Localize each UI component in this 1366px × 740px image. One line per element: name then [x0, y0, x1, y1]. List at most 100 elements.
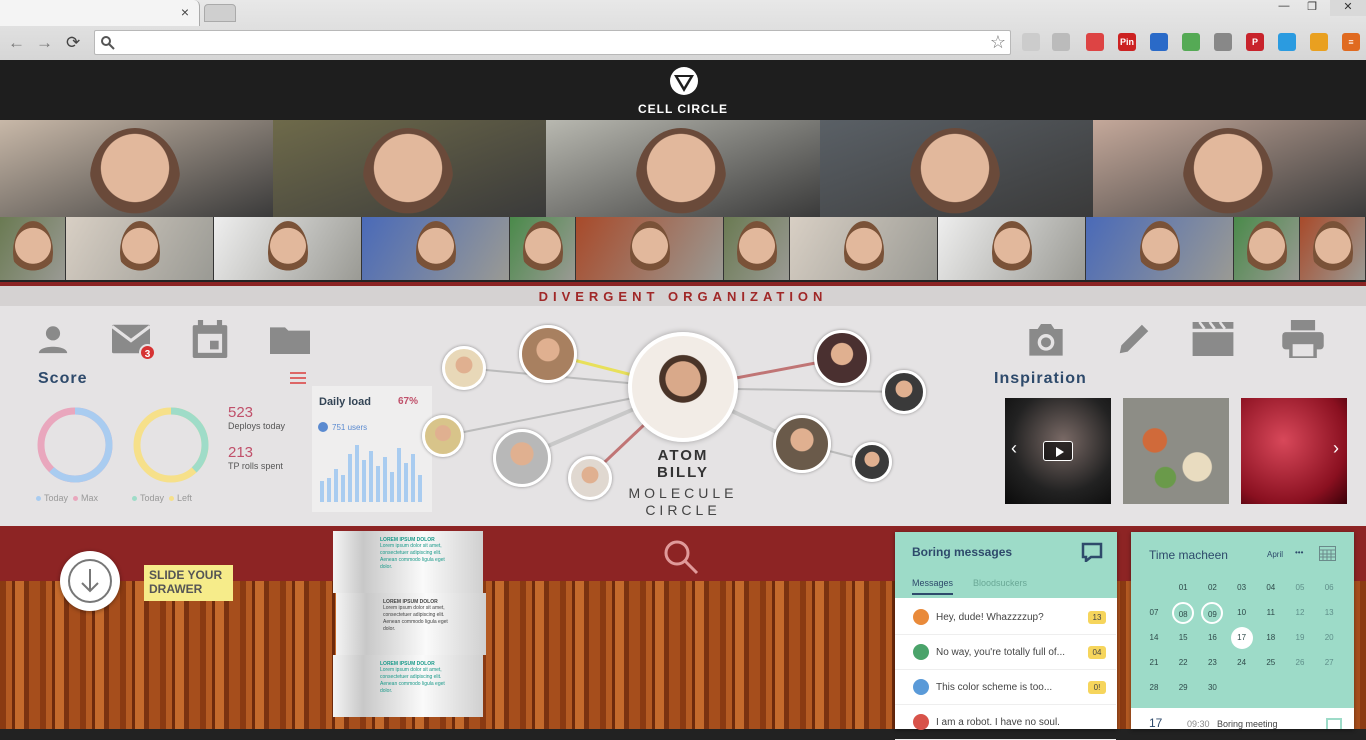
calendar-day[interactable]: 07 [1143, 602, 1165, 624]
calendar-grid-icon[interactable] [1319, 546, 1336, 561]
address-bar[interactable]: ☆ [94, 30, 1011, 55]
minimize-button[interactable]: — [1270, 0, 1298, 16]
calendar-day[interactable]: 24 [1231, 652, 1253, 674]
video-thumbnail[interactable] [790, 217, 938, 280]
video-thumbnail[interactable] [0, 217, 66, 280]
member-avatar[interactable] [773, 415, 831, 473]
member-avatar[interactable] [814, 330, 870, 386]
mail-checker-icon[interactable] [1214, 33, 1232, 51]
calendar-day[interactable]: 01 [1172, 577, 1194, 599]
member-avatar[interactable] [493, 429, 551, 487]
calendar-day[interactable]: 03 [1231, 577, 1253, 599]
calendar-day[interactable]: 09 [1201, 602, 1224, 624]
calendar-day[interactable]: 06 [1318, 577, 1340, 599]
gmail-icon[interactable] [1086, 33, 1104, 51]
drawer-toggle-button[interactable] [60, 551, 120, 611]
video-tile[interactable] [1092, 120, 1366, 217]
next-arrow-icon[interactable]: › [1333, 438, 1339, 459]
calendar-day[interactable]: 17 [1230, 627, 1253, 649]
calendar-icon[interactable] [192, 320, 228, 358]
atom-billy-avatar[interactable] [628, 332, 738, 442]
calendar-day[interactable]: 12 [1289, 602, 1311, 624]
calendar-day[interactable]: 26 [1289, 652, 1311, 674]
restore-button[interactable]: ❐ [1298, 0, 1326, 16]
inspiration-video-thumb[interactable]: ‹ [1005, 398, 1111, 504]
calendar-day[interactable]: 10 [1231, 602, 1253, 624]
forward-button[interactable]: → [36, 34, 53, 52]
chrome-ext-icon[interactable] [1310, 33, 1328, 51]
video-tile[interactable] [819, 120, 1094, 217]
video-thumbnail[interactable] [576, 217, 724, 280]
video-thumbnail[interactable] [510, 217, 576, 280]
message-row[interactable]: This color scheme is too... 0! [895, 671, 1116, 705]
folded-note[interactable]: LOREM IPSUM DOLOR Lorem ipsum dolor sit a… [333, 531, 483, 593]
folded-note[interactable]: LOREM IPSUM DOLOR Lorem ipsum dolor sit a… [336, 593, 486, 655]
calendar-day[interactable]: 27 [1318, 652, 1340, 674]
download-icon[interactable] [1150, 33, 1168, 51]
calendar-day[interactable]: 08 [1172, 602, 1195, 624]
member-avatar[interactable] [519, 325, 577, 383]
evernote-icon[interactable] [1182, 33, 1200, 51]
event-row[interactable]: 17 09:30 Boring meeting [1131, 708, 1354, 730]
tab-bloodsuckers[interactable]: Bloodsuckers [973, 578, 1027, 588]
calendar-day[interactable]: 18 [1260, 627, 1282, 649]
calendar-day[interactable]: 30 [1201, 677, 1223, 699]
extension-icon[interactable] [1022, 33, 1040, 51]
close-window-button[interactable]: ✕ [1330, 0, 1366, 16]
camera-icon[interactable] [1026, 322, 1066, 356]
calendar-day[interactable]: 02 [1201, 577, 1223, 599]
tab-messages[interactable]: Messages [912, 578, 954, 595]
calendar-more-icon[interactable]: ••• [1295, 548, 1303, 557]
member-avatar[interactable] [852, 442, 892, 482]
calendar-day[interactable]: 23 [1201, 652, 1223, 674]
x-extension-icon[interactable] [1278, 33, 1296, 51]
video-thumbnail[interactable] [66, 217, 214, 280]
calendar-day[interactable]: 22 [1172, 652, 1194, 674]
new-tab-button[interactable] [204, 4, 236, 22]
search-icon[interactable] [662, 538, 700, 576]
video-thumbnail[interactable] [362, 217, 510, 280]
member-avatar[interactable] [442, 346, 486, 390]
video-thumbnail[interactable] [938, 217, 1086, 280]
calendar-day[interactable]: 29 [1172, 677, 1194, 699]
member-avatar[interactable] [422, 415, 464, 457]
calendar-day[interactable]: 19 [1289, 627, 1311, 649]
star-icon[interactable]: ☆ [990, 32, 1006, 53]
message-row[interactable]: I am a robot. I have no soul. [895, 706, 1116, 740]
menu-icon[interactable]: ≡ [1342, 33, 1360, 51]
calendar-day[interactable]: 05 [1289, 577, 1311, 599]
calendar-day[interactable]: 25 [1260, 652, 1282, 674]
member-avatar[interactable] [568, 456, 612, 500]
folded-note[interactable]: LOREM IPSUM DOLOR Lorem ipsum dolor sit a… [333, 655, 483, 717]
video-thumbnail[interactable] [1300, 217, 1366, 280]
score-menu-icon[interactable] [290, 372, 306, 384]
clapboard-icon[interactable] [1192, 322, 1234, 356]
calendar-day[interactable]: 21 [1143, 652, 1165, 674]
play-icon[interactable] [1043, 441, 1073, 461]
folder-icon[interactable] [270, 324, 310, 354]
calendar-month[interactable]: April [1267, 550, 1283, 559]
chat-bubble-icon[interactable] [1081, 542, 1103, 562]
video-thumbnail[interactable] [214, 217, 362, 280]
message-row[interactable]: Hey, dude! Whazzzzup? 13 [895, 601, 1116, 635]
inspiration-red-thumb[interactable]: › [1241, 398, 1347, 504]
video-tile[interactable] [0, 120, 274, 217]
user-icon[interactable] [36, 322, 70, 356]
calendar-day[interactable]: 04 [1260, 577, 1282, 599]
printer-icon[interactable] [1282, 320, 1324, 358]
inspiration-food-thumb[interactable] [1123, 398, 1229, 504]
prev-arrow-icon[interactable]: ‹ [1011, 438, 1017, 459]
back-button[interactable]: ← [8, 34, 25, 52]
video-tile[interactable] [273, 120, 548, 217]
reload-button[interactable]: ⟳ [66, 34, 80, 52]
pin-icon[interactable]: Pin [1118, 33, 1136, 51]
tab-close-button[interactable]: × [181, 4, 189, 20]
video-thumbnail[interactable] [1086, 217, 1234, 280]
member-avatar[interactable] [882, 370, 926, 414]
calendar-day[interactable]: 28 [1143, 677, 1165, 699]
extension-icon[interactable] [1052, 33, 1070, 51]
calendar-day[interactable]: 14 [1143, 627, 1165, 649]
video-thumbnail[interactable] [724, 217, 790, 280]
calendar-day[interactable]: 11 [1260, 602, 1282, 624]
pinterest-icon[interactable]: P [1246, 33, 1264, 51]
